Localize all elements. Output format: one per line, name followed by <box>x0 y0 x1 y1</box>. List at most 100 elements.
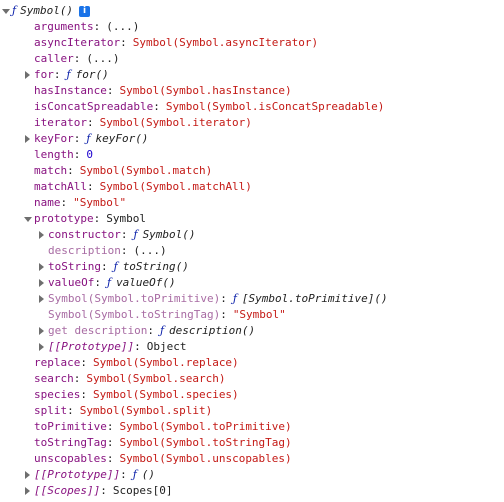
property-key: hasInstance <box>34 84 107 97</box>
property-key: toStringTag <box>34 436 107 449</box>
property-row: arguments: (...) <box>0 19 504 35</box>
property-row[interactable]: prototype: Symbol <box>0 211 504 227</box>
property-key: iterator <box>34 116 87 129</box>
property-value: Symbol(Symbol.matchAll) <box>99 180 252 193</box>
key-separator: : <box>73 148 81 161</box>
property-key: species <box>34 388 81 401</box>
property-key: length <box>34 148 74 161</box>
property-value: Symbol(Symbol.search) <box>86 372 226 385</box>
key-separator: : <box>220 308 227 321</box>
property-value: 0 <box>86 148 93 161</box>
key-separator: : <box>100 260 108 273</box>
property-key: toString <box>48 260 101 273</box>
function-signature: Symbol() <box>142 228 196 241</box>
property-row[interactable]: [[Prototype]]: ƒ () <box>0 467 504 483</box>
function-signature: for() <box>75 68 109 81</box>
property-value: "Symbol" <box>232 308 286 321</box>
property-key: keyFor <box>34 132 74 145</box>
root-title: Symbol() <box>20 4 74 17</box>
property-key: asyncIterator <box>34 36 121 49</box>
key-separator: : <box>106 420 114 433</box>
property-value: Object <box>146 340 187 353</box>
root-row[interactable]: ƒ Symbol() i <box>0 3 504 19</box>
property-row: toStringTag: Symbol(Symbol.toStringTag) <box>0 435 504 451</box>
expand-triangle-icon[interactable] <box>2 3 10 19</box>
collapse-triangle-icon[interactable] <box>38 227 46 243</box>
property-row[interactable]: toString: ƒ toString() <box>0 259 504 275</box>
property-list: arguments: (...) asyncIterator: Symbol(Symb… <box>0 19 504 499</box>
key-separator: : <box>120 244 128 257</box>
collapse-triangle-icon[interactable] <box>24 483 32 499</box>
property-row: split: Symbol(Symbol.split) <box>0 403 504 419</box>
property-key: isConcatSpreadable <box>34 100 154 113</box>
property-key: constructor <box>48 228 121 241</box>
property-row[interactable]: [[Prototype]]: Object <box>0 339 504 355</box>
property-key: prototype <box>34 212 94 225</box>
key-separator: : <box>80 388 87 401</box>
property-row[interactable]: valueOf: ƒ valueOf() <box>0 275 504 291</box>
function-signature: valueOf() <box>116 276 176 289</box>
collapse-triangle-icon[interactable] <box>24 131 32 147</box>
key-separator: : <box>134 340 141 353</box>
property-value[interactable]: (...) <box>133 243 166 259</box>
property-row: asyncIterator: Symbol(Symbol.asyncIterato… <box>0 35 504 51</box>
collapse-triangle-icon[interactable] <box>24 67 32 83</box>
collapse-triangle-icon[interactable] <box>38 339 46 355</box>
property-value: Symbol(Symbol.iterator) <box>99 116 252 129</box>
property-value: Symbol(Symbol.hasInstance) <box>119 84 292 97</box>
property-key: search <box>34 372 74 385</box>
property-value: Symbol <box>106 212 146 225</box>
property-key: for <box>34 68 54 81</box>
property-row[interactable]: [[Scopes]]: Scopes[0] <box>0 483 504 499</box>
property-key: valueOf <box>48 276 95 289</box>
property-row: match: Symbol(Symbol.match) <box>0 163 504 179</box>
collapse-triangle-icon[interactable] <box>38 275 46 291</box>
key-separator: : <box>93 212 101 225</box>
property-row[interactable]: keyFor: ƒ keyFor() <box>0 131 504 147</box>
key-separator: : <box>73 52 81 65</box>
object-tree: ƒ Symbol() i arguments: (...) asyncIterato… <box>0 3 504 499</box>
property-key: replace <box>34 356 81 369</box>
key-separator: : <box>53 68 61 81</box>
function-signature: [Symbol.toPrimitive]() <box>241 292 388 305</box>
collapse-triangle-icon[interactable] <box>38 259 46 275</box>
key-separator: : <box>80 356 87 369</box>
collapse-triangle-icon[interactable] <box>24 467 32 483</box>
function-keyword: ƒ <box>66 68 71 81</box>
property-value: Symbol(Symbol.unscopables) <box>119 452 292 465</box>
property-value: Symbol(Symbol.match) <box>79 164 213 177</box>
expand-triangle-icon[interactable] <box>24 211 32 227</box>
key-separator: : <box>86 116 94 129</box>
property-key: split <box>34 404 68 417</box>
collapse-triangle-icon[interactable] <box>38 291 46 307</box>
key-separator: : <box>120 468 127 481</box>
property-row: matchAll: Symbol(Symbol.matchAll) <box>0 179 504 195</box>
property-key: get description <box>48 324 148 337</box>
info-icon[interactable]: i <box>79 5 91 17</box>
property-key: match <box>34 164 68 177</box>
property-row[interactable]: get description: ƒ description() <box>0 323 504 339</box>
property-row: species: Symbol(Symbol.species) <box>0 387 504 403</box>
collapse-triangle-icon[interactable] <box>38 323 46 339</box>
function-keyword: ƒ <box>113 260 118 273</box>
property-row: isConcatSpreadable: Symbol(Symbol.isConca… <box>0 99 504 115</box>
property-row[interactable]: constructor: ƒ Symbol() <box>0 227 504 243</box>
property-row[interactable]: Symbol(Symbol.toPrimitive): ƒ [Symbol.toPr… <box>0 291 504 307</box>
property-key: Symbol(Symbol.toPrimitive) <box>48 292 221 305</box>
property-key: name <box>34 196 61 209</box>
property-value: Symbol(Symbol.split) <box>79 404 213 417</box>
key-separator: : <box>93 20 101 33</box>
property-value[interactable]: (...) <box>106 19 139 35</box>
property-key: toPrimitive <box>34 420 107 433</box>
property-value[interactable]: (...) <box>86 51 119 67</box>
property-row: unscopables: Symbol(Symbol.unscopables) <box>0 451 504 467</box>
property-row: Symbol(Symbol.toStringTag): "Symbol" <box>0 307 504 323</box>
property-value: Scopes[0] <box>112 484 173 497</box>
key-separator: : <box>73 372 81 385</box>
property-row[interactable]: for: ƒ for() <box>0 67 504 83</box>
key-separator: : <box>67 404 74 417</box>
key-separator: : <box>100 484 107 497</box>
function-keyword: ƒ <box>106 276 112 289</box>
property-key: [[Scopes]] <box>34 484 101 497</box>
property-row: toPrimitive: Symbol(Symbol.toPrimitive) <box>0 419 504 435</box>
